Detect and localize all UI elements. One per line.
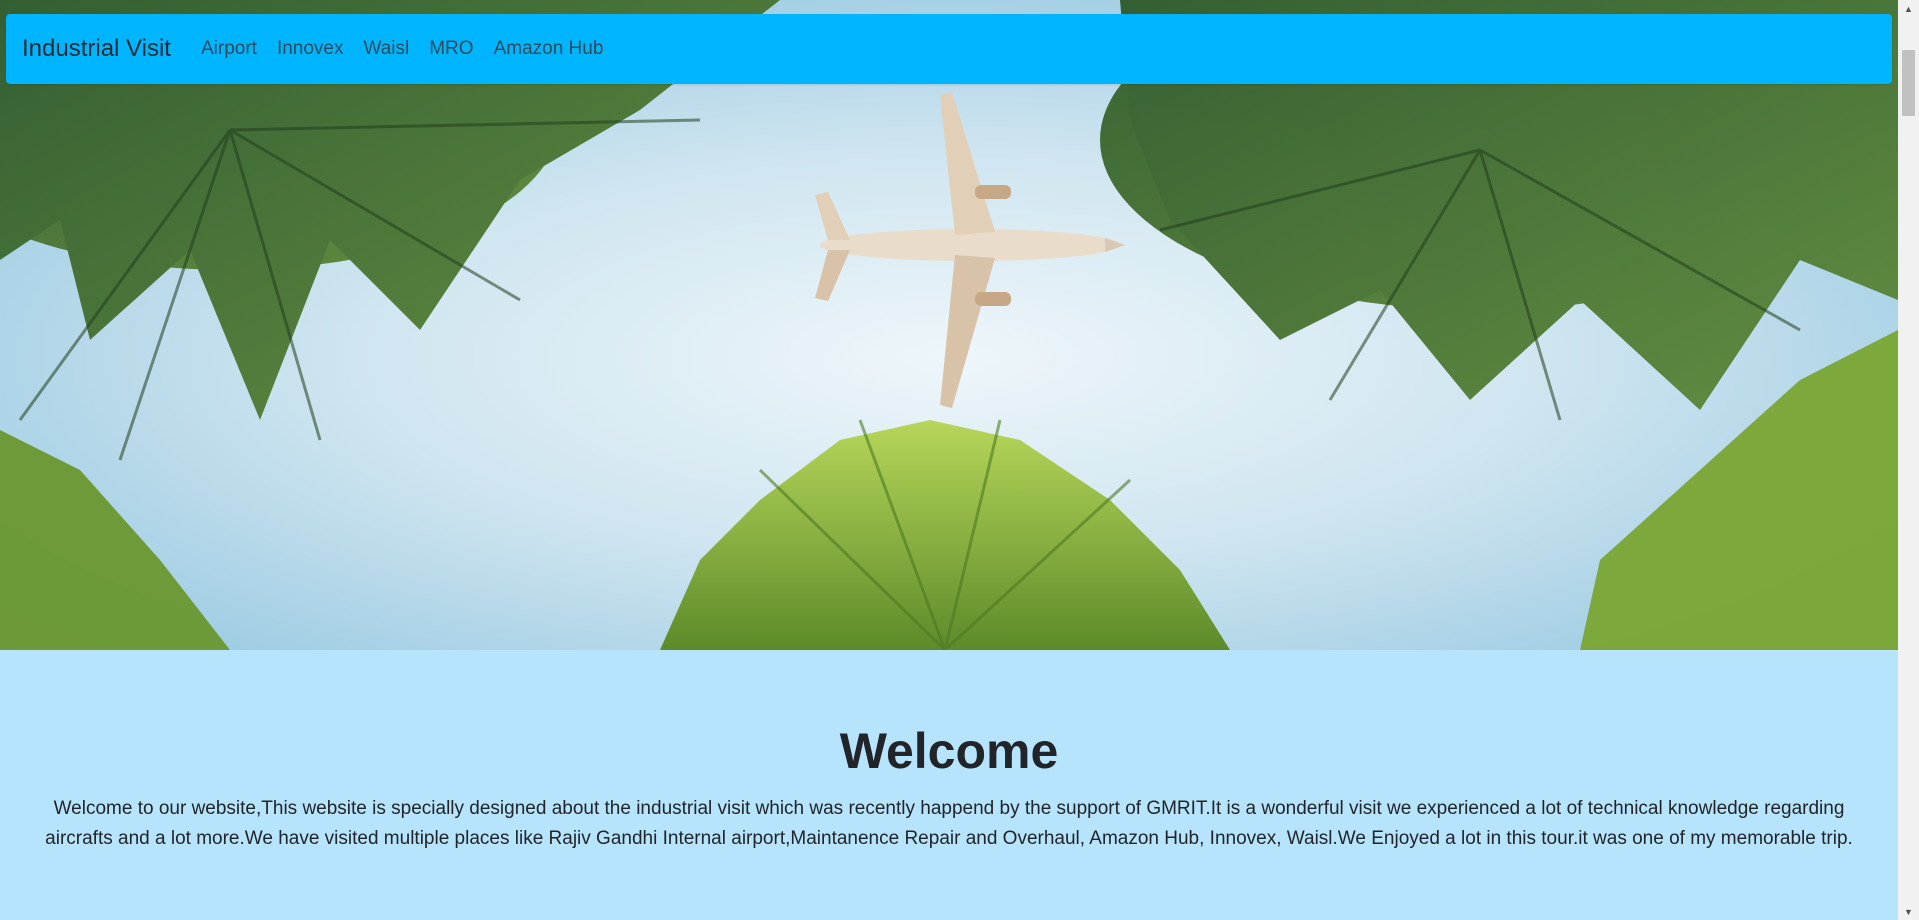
scroll-down-arrow-icon[interactable]: ▼ — [1898, 903, 1919, 920]
nav-link-airport[interactable]: Airport — [201, 38, 257, 60]
airplane-over-palm-trees-image — [0, 0, 1898, 650]
nav-link-amazon-hub[interactable]: Amazon Hub — [494, 38, 604, 60]
navbar-brand[interactable]: Industrial Visit — [22, 35, 171, 63]
vertical-scrollbar[interactable]: ▲ ▼ — [1898, 0, 1919, 920]
hero-banner — [0, 0, 1898, 650]
welcome-text: Welcome to our website,This website is s… — [45, 798, 1853, 849]
nav-link-waisl[interactable]: Waisl — [363, 38, 409, 60]
welcome-section: Welcome Welcome to our website,This webs… — [0, 650, 1898, 920]
welcome-title: Welcome — [839, 723, 1059, 779]
page: Industrial Visit Airport Innovex Waisl M… — [0, 0, 1898, 920]
navbar: Industrial Visit Airport Innovex Waisl M… — [6, 14, 1892, 84]
nav-link-innovex[interactable]: Innovex — [277, 38, 344, 60]
scrollbar-thumb[interactable] — [1902, 50, 1915, 116]
scroll-up-arrow-icon[interactable]: ▲ — [1898, 0, 1919, 17]
nav-link-mro[interactable]: MRO — [429, 38, 473, 60]
